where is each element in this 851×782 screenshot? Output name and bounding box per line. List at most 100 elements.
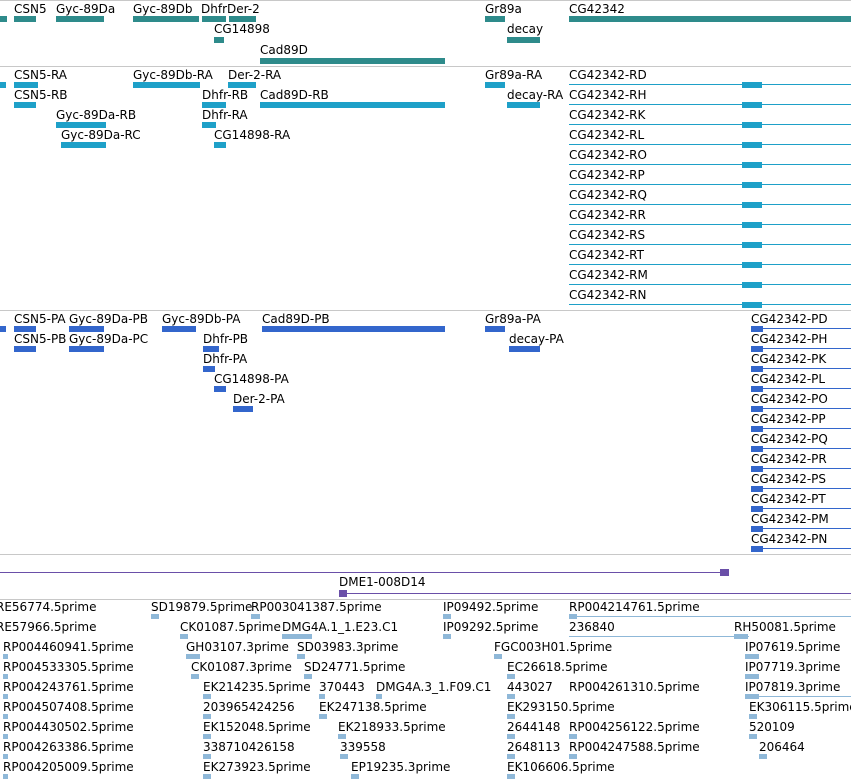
est-feature-bar[interactable]	[203, 774, 211, 779]
protein-intron-line[interactable]	[751, 368, 851, 369]
gene-label-cg42342[interactable]: CG42342	[569, 2, 625, 16]
est-label[interactable]: EK306115.5prime	[749, 700, 851, 714]
est-feature-bar[interactable]	[304, 674, 312, 679]
est-feature-bar[interactable]	[319, 694, 325, 699]
est-label[interactable]: IP09492.5prime	[443, 600, 538, 614]
est-feature-bar[interactable]	[3, 774, 8, 779]
est-feature-bar[interactable]	[340, 754, 348, 759]
est-span-line[interactable]	[745, 696, 851, 697]
est-feature-bar[interactable]	[3, 694, 8, 699]
transcript-intron-line[interactable]	[569, 304, 851, 305]
protein-label[interactable]: CG42342-PN	[751, 532, 827, 546]
est-feature-bar[interactable]	[3, 754, 8, 759]
est-feature-bar[interactable]	[203, 734, 211, 739]
est-feature-bar[interactable]	[203, 714, 211, 719]
est-label[interactable]: EK152048.5prime	[203, 720, 311, 734]
est-feature-bar[interactable]	[507, 674, 515, 679]
protein-feature-bar[interactable]	[751, 506, 763, 512]
transcript-intron-line[interactable]	[569, 124, 851, 125]
est-label[interactable]: EK247138.5prime	[319, 700, 427, 714]
transcript-label[interactable]: CG42342-RQ	[569, 188, 647, 202]
clone-span-line[interactable]	[0, 572, 728, 573]
transcript-intron-line[interactable]	[569, 224, 851, 225]
transcript-label[interactable]: CG42342-RM	[569, 268, 648, 282]
est-feature-bar[interactable]	[734, 634, 748, 639]
est-label[interactable]: 236840	[569, 620, 615, 634]
transcript-label[interactable]: CG42342-RD	[569, 68, 647, 82]
transcript-label[interactable]: CG42342-RK	[569, 108, 645, 122]
protein-label[interactable]: Cad89D-PB	[262, 312, 330, 326]
gene-feature-bar[interactable]	[133, 16, 199, 22]
protein-feature-bar[interactable]	[233, 406, 253, 412]
protein-label[interactable]: CG42342-PT	[751, 492, 826, 506]
est-label[interactable]: 2644148	[507, 720, 560, 734]
protein-feature-bar[interactable]	[751, 406, 763, 412]
gene-label-cg14898[interactable]: CG14898	[214, 22, 270, 36]
transcript-intron-line[interactable]	[569, 144, 851, 145]
est-feature-bar[interactable]	[443, 634, 451, 639]
transcript-feature-bar[interactable]	[742, 202, 762, 208]
transcript-label[interactable]: CG42342-RH	[569, 88, 647, 102]
protein-label[interactable]: CSN5-PB	[14, 332, 66, 346]
protein-label[interactable]: Gyc-89Da-PC	[69, 332, 148, 346]
gene-feature-bar[interactable]	[485, 16, 505, 22]
est-label[interactable]: EK106606.5prime	[507, 760, 615, 774]
transcript-feature-bar[interactable]	[742, 82, 762, 88]
transcript-feature-bar[interactable]	[485, 82, 505, 88]
protein-intron-line[interactable]	[751, 388, 851, 389]
transcript-label[interactable]: Dhfr-RA	[202, 108, 248, 122]
transcript-feature-bar[interactable]	[61, 142, 106, 148]
gene-label-csn5[interactable]: CSN5	[14, 2, 47, 16]
est-label[interactable]: SD19879.5prime	[151, 600, 252, 614]
transcript-feature-bar[interactable]	[0, 82, 6, 88]
est-label[interactable]: EP19235.3prime	[351, 760, 450, 774]
est-label[interactable]: IP07719.3prime	[745, 660, 840, 674]
clone-end-marker[interactable]	[339, 590, 347, 597]
transcript-feature-bar[interactable]	[742, 142, 762, 148]
transcript-label[interactable]: Gr89a-RA	[485, 68, 542, 82]
transcript-feature-bar[interactable]	[742, 102, 762, 108]
protein-feature-bar[interactable]	[509, 346, 540, 352]
est-label[interactable]: DMG4A.1_1.E23.C1	[282, 620, 398, 634]
protein-feature-bar[interactable]	[751, 386, 763, 392]
est-feature-bar[interactable]	[297, 654, 305, 659]
transcript-feature-bar[interactable]	[133, 82, 200, 88]
protein-label[interactable]: CG42342-PH	[751, 332, 827, 346]
protein-label[interactable]: CG42342-PO	[751, 392, 828, 406]
transcript-feature-bar[interactable]	[507, 102, 540, 108]
protein-feature-bar[interactable]	[751, 426, 763, 432]
protein-feature-bar[interactable]	[751, 346, 763, 352]
est-feature-bar[interactable]	[507, 714, 515, 719]
clone-end-marker[interactable]	[720, 569, 729, 576]
est-label[interactable]: 339558	[340, 740, 386, 754]
transcript-label[interactable]: CSN5-RA	[14, 68, 67, 82]
est-feature-bar[interactable]	[376, 694, 382, 699]
transcript-intron-line[interactable]	[569, 104, 851, 105]
est-feature-bar[interactable]	[203, 754, 211, 759]
est-feature-bar[interactable]	[351, 774, 359, 779]
est-label[interactable]: RP004205009.5prime	[3, 760, 134, 774]
est-feature-bar[interactable]	[443, 614, 451, 619]
protein-label[interactable]: CG42342-PP	[751, 412, 826, 426]
gene-label-gyc-89db[interactable]: Gyc-89Db	[133, 2, 192, 16]
est-label[interactable]: RE56774.5prime	[0, 600, 97, 614]
est-label[interactable]: RP004507408.5prime	[3, 700, 134, 714]
est-label[interactable]: RH50081.5prime	[734, 620, 836, 634]
est-feature-bar[interactable]	[569, 614, 577, 619]
protein-intron-line[interactable]	[751, 448, 851, 449]
protein-feature-bar[interactable]	[485, 326, 505, 332]
protein-intron-line[interactable]	[751, 548, 851, 549]
est-feature-bar[interactable]	[507, 694, 515, 699]
protein-intron-line[interactable]	[751, 508, 851, 509]
protein-label[interactable]: CG42342-PM	[751, 512, 829, 526]
est-feature-bar[interactable]	[507, 774, 515, 779]
transcript-feature-bar[interactable]	[742, 222, 762, 228]
protein-feature-bar[interactable]	[751, 546, 763, 552]
est-label[interactable]: RP004243761.5prime	[3, 680, 134, 694]
transcript-label[interactable]: Dhfr-RB	[202, 88, 248, 102]
est-label[interactable]: RP004261310.5prime	[569, 680, 700, 694]
protein-intron-line[interactable]	[751, 328, 851, 329]
est-label[interactable]: EK293150.5prime	[507, 700, 615, 714]
transcript-label[interactable]: CG42342-RL	[569, 128, 644, 142]
transcript-label[interactable]: decay-RA	[507, 88, 563, 102]
